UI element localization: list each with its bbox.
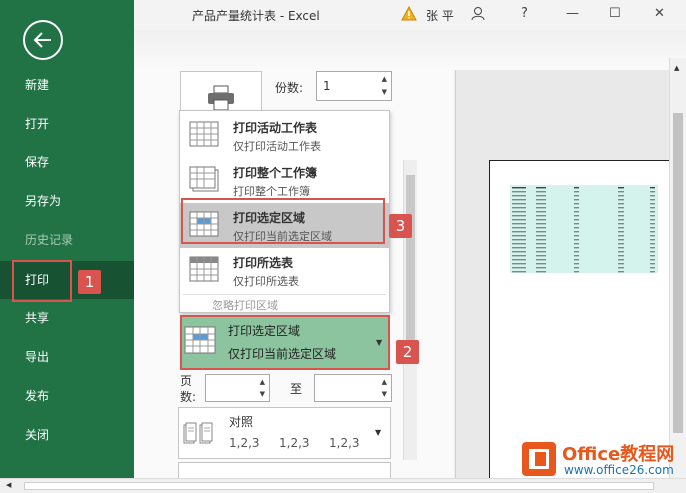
spin-up-icon[interactable]: ▲	[382, 378, 387, 386]
sidebar-item-share[interactable]: 共享	[0, 299, 134, 337]
menu-item-title: 打印活动工作表	[233, 121, 318, 135]
menu-item-subtitle: 仅打印活动工作表	[233, 140, 321, 153]
copies-label: 份数:	[275, 81, 304, 95]
setting-subtitle: 仅打印当前选定区域	[228, 347, 337, 361]
sidebar-item-publish[interactable]: 发布	[0, 377, 134, 415]
sidebar-item-new[interactable]: 新建	[0, 66, 134, 104]
callout-badge-2: 2	[396, 340, 419, 364]
print-what-menu: 打印活动工作表 仅打印活动工作表 打印整个工作簿 打印整个工作簿 打印选定区域 …	[179, 110, 390, 313]
pages-from-input[interactable]: ▲ ▼	[205, 374, 270, 402]
sidebar-item-open[interactable]: 打开	[0, 105, 134, 143]
scroll-left-icon[interactable]: ◀	[6, 481, 11, 489]
collate-dropdown[interactable]: 对照 1,2,3 1,2,3 1,2,3 ▼	[178, 407, 391, 459]
next-setting-dropdown[interactable]	[178, 462, 391, 478]
menu-divider	[183, 294, 386, 295]
sheet-icon	[189, 121, 219, 147]
title-bar: 产品产量统计表 - Excel 张 平 ? — ☐ ✕	[134, 0, 686, 30]
menu-item-subtitle: 仅打印当前选定区域	[233, 230, 332, 243]
pages-label: 页数:	[180, 374, 197, 404]
menu-item-subtitle: 打印整个工作簿	[233, 185, 310, 198]
sidebar-item-export[interactable]: 导出	[0, 338, 134, 376]
chevron-down-icon: ▼	[375, 428, 382, 437]
account-icon[interactable]	[471, 6, 485, 25]
settings-scrollbar[interactable]	[403, 160, 417, 460]
pages-to-label: 至	[290, 382, 303, 396]
menu-item-print-active-sheet[interactable]: 打印活动工作表 仅打印活动工作表	[180, 113, 389, 158]
workbook-icon	[189, 166, 219, 192]
spin-down-icon[interactable]: ▼	[382, 88, 387, 96]
menu-item-title: 打印选定区域	[233, 211, 306, 225]
copies-input[interactable]: 1 ▲ ▼	[316, 71, 392, 101]
selection-icon	[189, 211, 219, 237]
help-icon[interactable]: ?	[521, 6, 528, 21]
pages-to-input[interactable]: ▲ ▼	[314, 374, 392, 402]
menu-item-print-selection[interactable]: 打印选定区域 仅打印当前选定区域	[180, 203, 389, 248]
menu-item-title: 打印整个工作簿	[233, 166, 318, 180]
preview-scrollbar[interactable]: ▲	[669, 58, 686, 478]
spin-down-icon[interactable]: ▼	[382, 390, 387, 398]
menu-item-subtitle: 仅打印所选表	[233, 275, 299, 288]
ignore-print-area-option[interactable]: 忽略打印区域	[212, 297, 278, 313]
collate-title: 对照	[229, 415, 254, 429]
close-icon[interactable]: ✕	[654, 6, 665, 21]
setting-title: 打印选定区域	[228, 324, 301, 338]
collate-sequence: 1,2,3	[229, 436, 260, 450]
back-arrow-icon[interactable]	[23, 20, 63, 60]
title-decoration	[134, 30, 686, 70]
office-logo-icon	[522, 442, 556, 476]
scroll-up-icon[interactable]: ▲	[674, 64, 679, 72]
watermark-url: www.office26.com	[564, 463, 674, 477]
restore-icon[interactable]: ☐	[609, 6, 621, 21]
collate-icon	[183, 422, 213, 444]
selection-icon	[184, 326, 216, 354]
minimize-icon[interactable]: —	[566, 6, 579, 21]
print-what-dropdown[interactable]: 打印选定区域 仅打印当前选定区域 ▼	[180, 316, 390, 368]
menu-item-title: 打印所选表	[233, 256, 294, 270]
chevron-down-icon: ▼	[376, 338, 383, 347]
preview-page	[489, 160, 671, 478]
callout-badge-3: 3	[389, 214, 412, 238]
menu-item-print-workbook[interactable]: 打印整个工作簿 打印整个工作簿	[180, 158, 389, 203]
sidebar-item-history[interactable]: 历史记录	[0, 221, 134, 259]
backstage-sidebar: 新建 打开 保存 另存为 历史记录 打印 共享 导出 发布 关闭	[0, 0, 134, 478]
callout-badge-1: 1	[78, 270, 101, 294]
preview-table-thumbnail	[510, 185, 658, 273]
printer-icon	[208, 85, 234, 111]
user-name[interactable]: 张 平	[426, 7, 454, 24]
spin-up-icon[interactable]: ▲	[382, 75, 387, 83]
spin-up-icon[interactable]: ▲	[260, 378, 265, 386]
menu-item-print-selected-sheets[interactable]: 打印所选表 仅打印所选表	[180, 248, 389, 293]
watermark: Office教程网 www.office26.com	[522, 440, 686, 482]
warning-icon[interactable]	[401, 5, 417, 24]
table-icon	[189, 256, 219, 282]
sidebar-item-save-as[interactable]: 另存为	[0, 182, 134, 220]
sidebar-item-print[interactable]: 打印	[0, 261, 134, 299]
window-title: 产品产量统计表 - Excel	[192, 9, 320, 23]
sidebar-item-save[interactable]: 保存	[0, 143, 134, 181]
collate-sequence: 1,2,3	[279, 436, 310, 450]
spin-down-icon[interactable]: ▼	[260, 390, 265, 398]
sidebar-item-close[interactable]: 关闭	[0, 416, 134, 454]
copies-value: 1	[323, 79, 331, 93]
collate-sequence: 1,2,3	[329, 436, 360, 450]
